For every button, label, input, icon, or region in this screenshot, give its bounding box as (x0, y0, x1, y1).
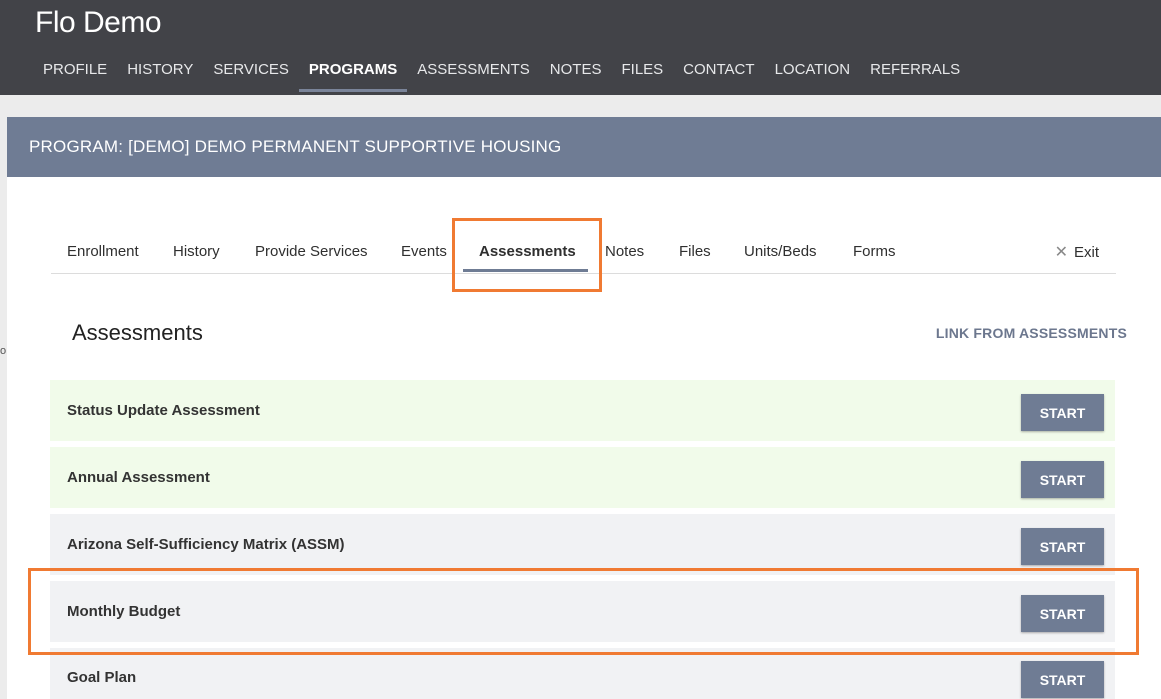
nav-services[interactable]: SERVICES (203, 58, 299, 92)
nav-files[interactable]: FILES (611, 58, 673, 92)
tab-provide-services[interactable]: Provide Services (255, 243, 368, 260)
assessment-row: Status Update Assessment START (50, 380, 1115, 441)
start-button[interactable]: START (1021, 661, 1104, 698)
exit-button[interactable]: ✕ Exit (1055, 242, 1099, 262)
nav-referrals[interactable]: REFERRALS (860, 58, 970, 92)
exit-label: Exit (1073, 243, 1099, 261)
start-button[interactable]: START (1021, 528, 1104, 565)
tab-notes[interactable]: Notes (605, 243, 644, 260)
nav-notes[interactable]: NOTES (540, 58, 612, 92)
tab-history[interactable]: History (173, 243, 220, 260)
edge-fragment: o (0, 345, 7, 357)
assessment-name: Status Update Assessment (67, 402, 260, 419)
tab-enrollment[interactable]: Enrollment (67, 243, 139, 260)
assessment-row: Arizona Self-Sufficiency Matrix (ASSM) S… (50, 514, 1115, 575)
start-button[interactable]: START (1021, 461, 1104, 498)
top-bar: Flo Demo PROFILE HISTORY SERVICES PROGRA… (0, 0, 1161, 95)
close-icon: ✕ (1054, 244, 1068, 261)
assessment-name: Annual Assessment (67, 469, 210, 486)
assessment-name: Goal Plan (67, 669, 137, 686)
nav-assessments[interactable]: ASSESSMENTS (407, 58, 540, 92)
link-from-assessments[interactable]: LINK FROM ASSESSMENTS (936, 325, 1127, 341)
nav-location[interactable]: LOCATION (765, 58, 861, 92)
program-header: PROGRAM: [DEMO] DEMO PERMANENT SUPPORTIV… (7, 117, 1161, 177)
tab-units-beds[interactable]: Units/Beds (744, 243, 817, 260)
nav-programs[interactable]: PROGRAMS (298, 58, 408, 92)
highlight-monthly-budget (28, 568, 1139, 655)
highlight-assessments-tab (452, 218, 602, 292)
tab-files[interactable]: Files (679, 243, 711, 260)
nav-history[interactable]: HISTORY (117, 58, 203, 92)
assessment-row: Goal Plan START (50, 648, 1115, 699)
tab-events[interactable]: Events (401, 243, 447, 260)
assessment-name: Arizona Self-Sufficiency Matrix (ASSM) (67, 536, 345, 553)
nav-contact[interactable]: CONTACT (673, 58, 764, 92)
section-title: Assessments (72, 320, 203, 345)
program-title: PROGRAM: [DEMO] DEMO PERMANENT SUPPORTIV… (29, 137, 562, 156)
app-title: Flo Demo (35, 6, 162, 39)
assessment-row: Annual Assessment START (50, 447, 1115, 508)
main-nav: PROFILE HISTORY SERVICES PROGRAMS ASSESS… (33, 58, 970, 92)
start-button[interactable]: START (1021, 394, 1104, 431)
tab-forms[interactable]: Forms (853, 243, 896, 260)
nav-profile[interactable]: PROFILE (33, 58, 117, 92)
